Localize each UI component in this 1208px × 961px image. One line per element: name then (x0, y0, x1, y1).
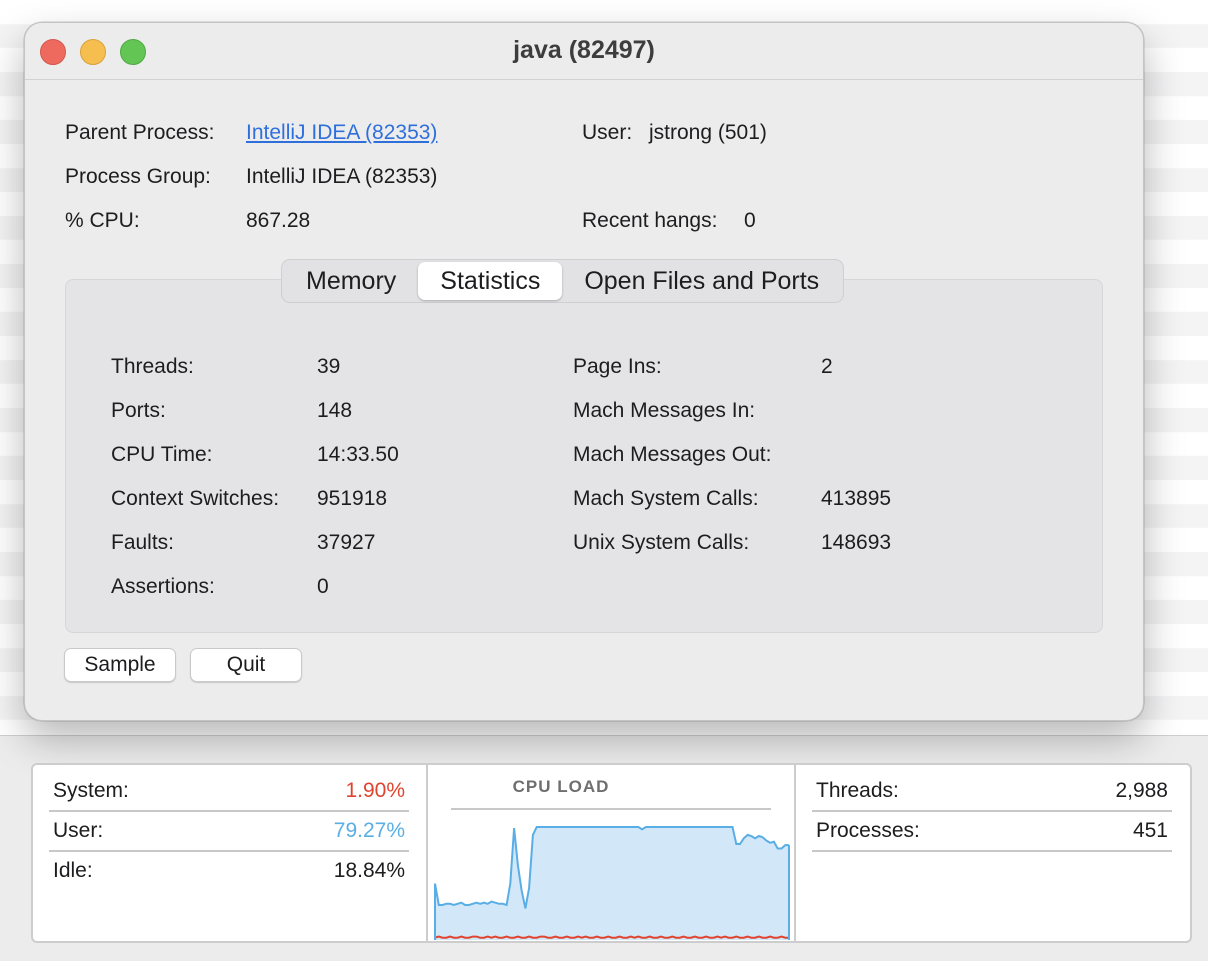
stat-threads-label: Threads: (111, 355, 194, 378)
threads-row: Threads: 2,988 (812, 771, 1172, 812)
processes-row: Processes: 451 (812, 811, 1172, 852)
stat-threads-value: 39 (317, 355, 341, 378)
system-value: 1.90% (345, 779, 405, 802)
process-inspector-window: java (82497) Parent Process: IntelliJ ID… (24, 22, 1144, 721)
cpu-load-title-rule (451, 808, 771, 810)
user-label: User: (582, 121, 633, 144)
cpu-system-line (434, 935, 789, 939)
tab-open-files-and-ports[interactable]: Open Files and Ports (562, 262, 841, 300)
cpu-percent-value: 867.28 (246, 209, 311, 232)
quit-button[interactable]: Quit (190, 648, 302, 682)
idle-value: 18.84% (333, 859, 405, 882)
cpu-summary-panel: System: 1.90% User: 79.27% Idle: 18.84% … (31, 763, 1192, 943)
threads-value: 2,988 (1115, 779, 1168, 802)
stat-faults-label: Faults: (111, 531, 175, 554)
cpu-percent-label: % CPU: (65, 209, 140, 232)
stat-context-switches-value: 951918 (317, 487, 388, 510)
stat-cpu-time-label: CPU Time: (111, 443, 213, 466)
system-label: System: (53, 779, 129, 802)
stat-cpu-time-value: 14:33.50 (317, 443, 399, 466)
parent-process-link[interactable]: IntelliJ IDEA (82353) (246, 121, 437, 145)
stat-page-ins-label: Page Ins: (573, 355, 662, 378)
sample-button[interactable]: Sample (64, 648, 176, 682)
stat-assertions-label: Assertions: (111, 575, 215, 598)
user-value: jstrong (501) (649, 121, 767, 144)
panel-divider-right (794, 765, 796, 941)
stat-page-ins-value: 2 (821, 355, 833, 378)
stat-mach-messages-in-label: Mach Messages In: (573, 399, 756, 422)
window-title: java (82497) (513, 36, 655, 64)
stat-assertions-value: 0 (317, 575, 329, 598)
parent-process-label: Parent Process: (65, 121, 215, 144)
process-group-label: Process Group: (65, 165, 211, 188)
user-cpu-value: 79.27% (333, 819, 405, 842)
tab-statistics[interactable]: Statistics (418, 262, 563, 300)
stat-unix-system-calls-value: 148693 (821, 531, 892, 554)
idle-label: Idle: (53, 859, 93, 882)
cpu-load-chart (434, 826, 790, 940)
tab-memory[interactable]: Memory (284, 262, 418, 300)
stat-context-switches-label: Context Switches: (111, 487, 280, 510)
stat-unix-system-calls-label: Unix System Calls: (573, 531, 750, 554)
idle-row: Idle: 18.84% (49, 851, 409, 890)
stat-mach-system-calls-value: 413895 (821, 487, 892, 510)
cpu-load-title: CPU LOAD (512, 777, 610, 796)
statistics-tab-panel: Threads: 39 Ports: 148 CPU Time: 14:33.5… (65, 279, 1103, 633)
recent-hangs-label: Recent hangs: (582, 209, 718, 232)
tab-bar: Memory Statistics Open Files and Ports (281, 259, 845, 303)
stat-ports-label: Ports: (111, 399, 166, 422)
stat-mach-messages-out-label: Mach Messages Out: (573, 443, 772, 466)
processes-label: Processes: (816, 819, 920, 842)
user-cpu-label: User: (53, 819, 104, 842)
user-row: User: 79.27% (49, 811, 409, 852)
recent-hangs-value: 0 (744, 209, 756, 232)
panel-divider-left (426, 765, 428, 941)
system-row: System: 1.90% (49, 771, 409, 812)
stat-ports-value: 148 (317, 399, 353, 422)
stat-faults-value: 37927 (317, 531, 376, 554)
title-bar[interactable]: java (82497) (25, 23, 1143, 80)
processes-value: 451 (1132, 819, 1168, 842)
threads-label: Threads: (816, 779, 899, 802)
process-group-value: IntelliJ IDEA (82353) (246, 165, 438, 188)
stat-mach-system-calls-label: Mach System Calls: (573, 487, 759, 510)
